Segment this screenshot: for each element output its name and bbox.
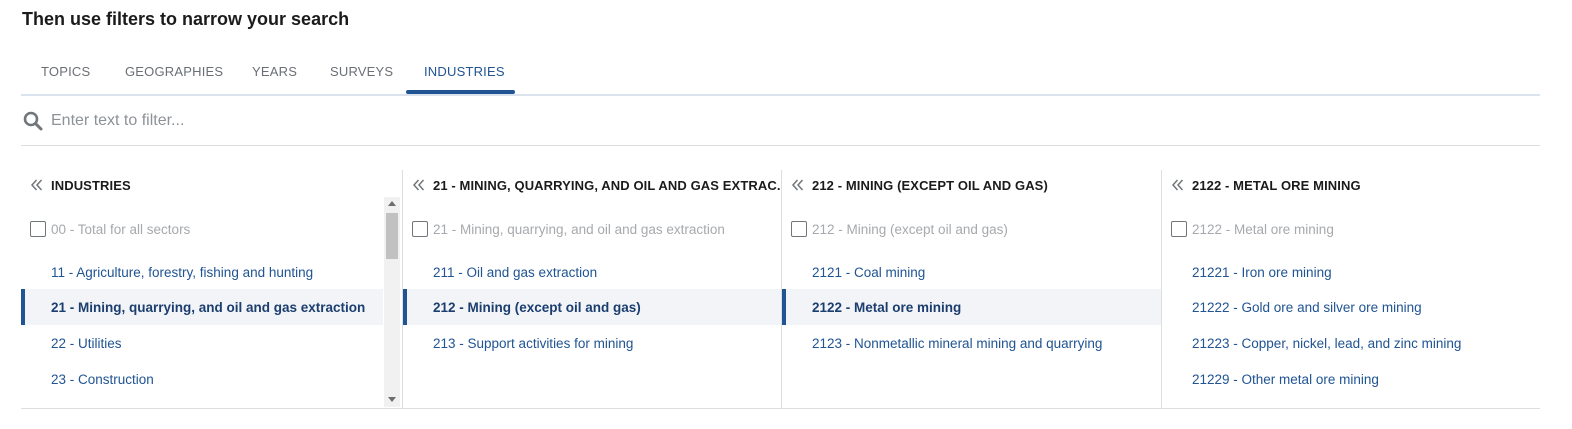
list-item[interactable]: 11 - Agriculture, forestry, fishing and … <box>21 254 383 290</box>
select-all-label: 00 - Total for all sectors <box>51 221 191 237</box>
tab-years[interactable]: YEARS <box>252 64 297 79</box>
list-item[interactable]: 21222 - Gold ore and silver ore mining <box>1162 289 1540 325</box>
select-all-row[interactable]: 212 - Mining (except oil and gas) <box>791 221 1008 237</box>
select-all-row[interactable]: 21 - Mining, quarrying, and oil and gas … <box>412 221 725 237</box>
column-header[interactable]: INDUSTRIES <box>30 176 131 194</box>
scroll-up-arrow-icon[interactable] <box>388 201 396 206</box>
column-header[interactable]: 212 - MINING (EXCEPT OIL AND GAS) <box>791 176 1048 194</box>
list-item[interactable]: 2121 - Coal mining <box>782 254 1161 290</box>
checkbox[interactable] <box>791 221 807 237</box>
column-title: 2122 - METAL ORE MINING <box>1192 177 1361 193</box>
checkbox[interactable] <box>412 221 428 237</box>
list-item[interactable]: 211 - Oil and gas extraction <box>403 254 781 290</box>
scrollbar[interactable] <box>384 197 400 407</box>
filter-input[interactable] <box>51 109 851 133</box>
search-icon <box>23 111 43 131</box>
double-chevron-left-icon[interactable] <box>412 178 426 192</box>
select-all-label: 212 - Mining (except oil and gas) <box>812 221 1008 237</box>
double-chevron-left-icon[interactable] <box>1171 178 1185 192</box>
list-item[interactable]: 21223 - Copper, nickel, lead, and zinc m… <box>1162 325 1540 361</box>
tab-topics[interactable]: TOPICS <box>41 64 90 79</box>
select-all-label: 21 - Mining, quarrying, and oil and gas … <box>433 221 725 237</box>
column-title: 212 - MINING (EXCEPT OIL AND GAS) <box>812 177 1048 193</box>
active-tab-indicator <box>406 90 515 94</box>
column-mining-quarrying: 21 - MINING, QUARRYING, AND OIL AND GAS … <box>402 170 782 409</box>
tab-industries[interactable]: INDUSTRIES <box>424 64 505 79</box>
column-title: INDUSTRIES <box>51 177 131 193</box>
select-all-row[interactable]: 00 - Total for all sectors <box>30 221 190 237</box>
list-item[interactable]: 21221 - Iron ore mining <box>1162 254 1540 290</box>
column-industries: INDUSTRIES 00 - Total for all sectors 11… <box>21 170 401 409</box>
scrollbar-thumb[interactable] <box>386 213 398 259</box>
column-header[interactable]: 2122 - METAL ORE MINING <box>1171 176 1361 194</box>
select-all-label: 2122 - Metal ore mining <box>1192 221 1334 237</box>
list-item-selected[interactable]: 21 - Mining, quarrying, and oil and gas … <box>21 289 383 325</box>
double-chevron-left-icon[interactable] <box>30 178 44 192</box>
column-title: 21 - MINING, QUARRYING, AND OIL AND GAS … <box>433 177 782 193</box>
list-item[interactable]: 22 - Utilities <box>21 325 383 361</box>
filter-tabs: TOPICS GEOGRAPHIES YEARS SURVEYS INDUSTR… <box>21 56 1540 96</box>
checkbox[interactable] <box>30 221 46 237</box>
column-metal-ore-mining: 2122 - METAL ORE MINING 2122 - Metal ore… <box>1161 170 1540 409</box>
list-item[interactable]: 23 - Construction <box>21 361 383 397</box>
tab-surveys[interactable]: SURVEYS <box>330 64 393 79</box>
page-heading: Then use filters to narrow your search <box>22 9 350 29</box>
tab-geographies[interactable]: GEOGRAPHIES <box>125 64 223 79</box>
industry-columns: INDUSTRIES 00 - Total for all sectors 11… <box>21 170 1540 409</box>
list-item[interactable]: 213 - Support activities for mining <box>403 325 781 361</box>
list-item[interactable]: 21229 - Other metal ore mining <box>1162 361 1540 397</box>
list-item[interactable]: 2123 - Nonmetallic mineral mining and qu… <box>782 325 1161 361</box>
list-item-selected[interactable]: 212 - Mining (except oil and gas) <box>403 289 781 325</box>
double-chevron-left-icon[interactable] <box>791 178 805 192</box>
select-all-row[interactable]: 2122 - Metal ore mining <box>1171 221 1334 237</box>
scroll-down-arrow-icon[interactable] <box>388 397 396 402</box>
column-header[interactable]: 21 - MINING, QUARRYING, AND OIL AND GAS … <box>412 176 782 194</box>
filter-bar <box>21 97 1540 146</box>
list-item-selected[interactable]: 2122 - Metal ore mining <box>782 289 1161 325</box>
checkbox[interactable] <box>1171 221 1187 237</box>
column-mining-except-oil-gas: 212 - MINING (EXCEPT OIL AND GAS) 212 - … <box>781 170 1161 409</box>
